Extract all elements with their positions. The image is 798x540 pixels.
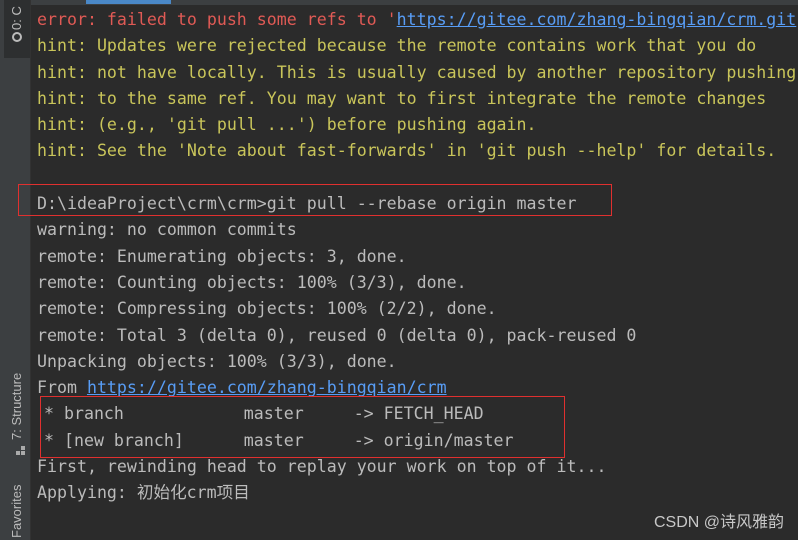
console-icon xyxy=(12,32,22,42)
scrollbar-thumb[interactable] xyxy=(86,0,171,4)
output-line: remote: Total 3 (delta 0), reused 0 (del… xyxy=(37,325,637,345)
hint-line: hint: (e.g., 'git pull ...') before push… xyxy=(37,115,537,135)
hint-line: hint: See the 'Note about fast-forwards'… xyxy=(37,141,777,161)
hint-line: hint: not have locally. This is usually … xyxy=(37,62,797,82)
structure-icon xyxy=(16,446,26,456)
hint-line: hint: to the same ref. You may want to f… xyxy=(37,88,767,108)
output-line: remote: Counting objects: 100% (3/3), do… xyxy=(37,272,467,292)
command-highlight-box xyxy=(18,184,612,216)
horizontal-scrollbar[interactable] xyxy=(31,0,798,5)
output-line: Unpacking objects: 100% (3/3), done. xyxy=(37,351,397,371)
output-line: Applying: 初始化crm项目 xyxy=(37,483,250,503)
output-line: remote: Enumerating objects: 3, done. xyxy=(37,246,407,266)
branches-highlight-box xyxy=(40,396,565,458)
output-line: remote: Compressing objects: 100% (2/2),… xyxy=(37,299,497,319)
output-line: warning: no common commits xyxy=(37,220,297,240)
tool-window-sidebar: 0: C 7: Structure Favorites xyxy=(4,0,31,540)
watermark: CSDN @诗风雅韵 xyxy=(653,514,784,531)
from-url-link[interactable]: https://gitee.com/zhang-bingqian/crm xyxy=(87,378,447,397)
hint-line: hint: Updates were rejected because the … xyxy=(37,36,757,56)
error-url-link[interactable]: https://gitee.com/zhang-bingqian/crm.git xyxy=(397,10,797,29)
error-line: error: failed to push some refs to 'http… xyxy=(37,10,797,29)
